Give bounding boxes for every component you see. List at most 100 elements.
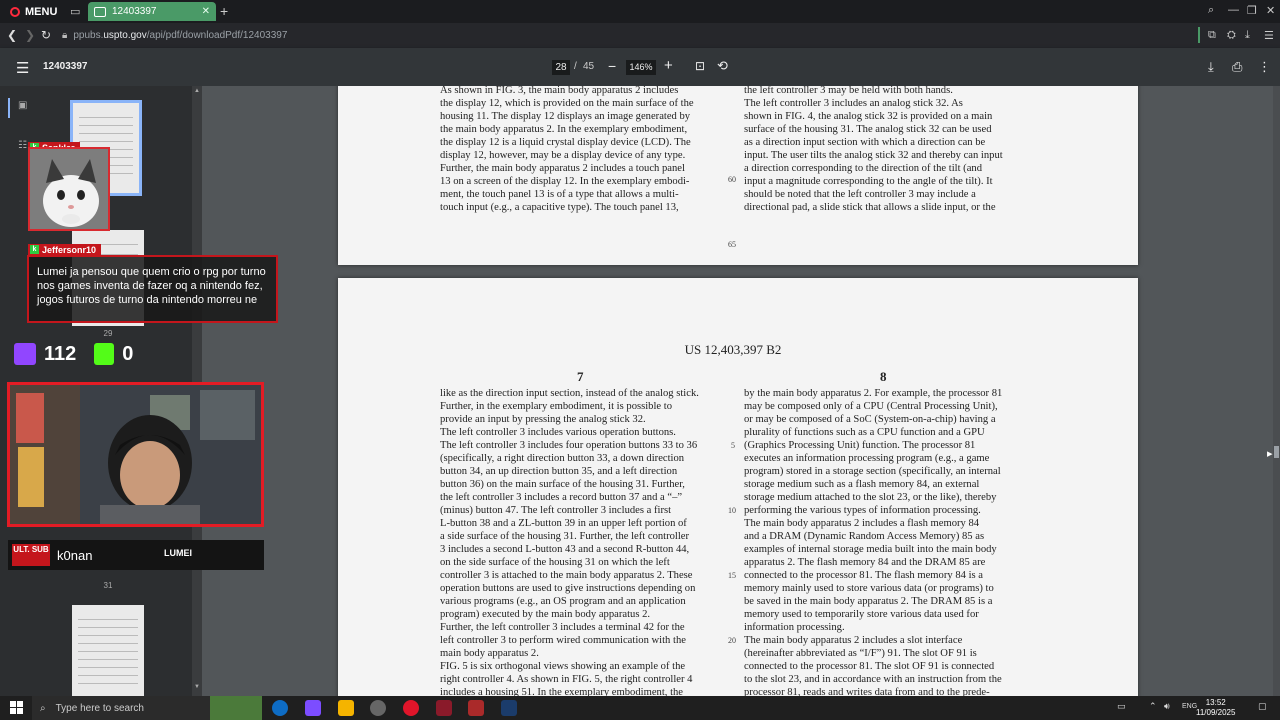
print-icon[interactable]: ⎙ [1232,59,1242,75]
forward-icon[interactable]: ❯ [25,28,35,42]
text-line: The left controller 3 includes four oper… [440,440,698,451]
text-line: and a DRAM (Dynamic Random Access Memory… [744,531,985,542]
text-line: memory used to temporarily store various… [744,609,979,620]
text-line: shown in FIG. 4, the analog stick 32 is … [744,111,993,122]
zoom-in-icon[interactable]: + [664,57,673,74]
fit-to-page-icon[interactable]: ⊡ [695,59,705,73]
easy-setup-icon[interactable]: ☰ [1264,29,1274,42]
sidebar-indicator [1198,27,1200,43]
pdf-toolbar: ☰ 12403397 28 / 45 − 146% + ⊡ ⟲ ⤓ ⎙ ⋮ [0,48,1280,86]
opera-menu-button[interactable]: MENU [4,2,65,21]
line-number: 10 [728,506,736,515]
text-column-right: by the main body apparatus 2. For exampl… [744,387,1002,696]
page-number-input[interactable]: 28 [552,60,570,75]
app-icon[interactable] [436,700,452,716]
volume-icon[interactable]: 🔊︎ [1164,701,1170,712]
streamer-name: k0nan [57,548,93,563]
close-tab-icon[interactable]: ✕ [202,6,210,17]
search-icon: ⌕ [40,702,46,714]
new-tab-button[interactable]: + [220,3,228,19]
download-pdf-icon[interactable]: ⤓ [1208,59,1214,75]
text-line: (hereinafter abbreviated as “I/F”) 91. T… [744,648,977,659]
browser-tab-bar: MENU ▭ 12403397 ✕ + ⌕ — ❐ ✕ [0,0,1280,23]
language-indicator[interactable]: ENG [1182,703,1197,710]
text-line: ment, the touch panel 13 is of a type th… [440,189,679,200]
text-line: L-button 38 and a ZL-button 39 in an upp… [440,518,687,529]
back-icon[interactable]: ❮ [7,28,17,42]
text-line: a direction corresponding to the directi… [744,163,982,174]
download-icon[interactable]: ⤓ [1245,29,1250,42]
search-icon[interactable]: ⌕ [1208,4,1214,17]
selected-view-indicator [8,98,10,118]
text-line: as a direction input section with which … [744,137,986,148]
brand-logo: LUMEI [164,548,192,558]
line-number: 65 [728,240,736,249]
tab-active[interactable]: 12403397 ✕ [88,2,216,21]
document-favicon-icon [94,6,106,17]
text-line: storage medium such as a flash memory 84… [744,479,980,490]
chat-message-box: Lumei ja pensou que quem crio o rpg por … [27,255,278,323]
text-line: or may be composed of a SoC (System-on-a… [744,414,996,425]
text-line: (specifically, a right direction button … [440,453,685,464]
column-number-right: 8 [880,369,887,384]
text-line: includes a housing 51. In the exemplary … [440,687,684,696]
more-options-icon[interactable]: ⋮ [1258,59,1271,75]
opera-icon[interactable] [403,700,419,716]
ult-sub-logo: ULT. SUB [12,544,50,566]
zoom-level-input[interactable]: 146% [626,60,656,75]
start-button[interactable] [10,701,24,715]
scroll-thumb[interactable] [1274,446,1279,458]
zoom-out-icon[interactable]: − [608,58,616,74]
text-line: directional pad, a slide stick that allo… [744,202,996,213]
thumbnails-view-icon[interactable]: ▣ [18,100,27,111]
url-field[interactable]: 🔒︎ ppubs.uspto.gov/api/pdf/downloadPdf/1… [62,28,287,43]
text-line: the display 12, which is provided on the… [440,98,694,109]
steam-icon[interactable] [501,700,517,716]
kick-badge-icon: k [30,245,39,254]
text-line: display 12, however, may be a display de… [440,150,686,161]
text-line: the left controller 3 includes a record … [440,492,683,503]
text-line: input a magnitude corresponding to the a… [744,176,993,187]
tray-app-icon[interactable]: ▭ [1117,701,1126,712]
pdf-viewport[interactable]: As shown in FIG. 3, the main body appara… [202,86,1280,696]
scroll-down-icon[interactable]: ▼ [194,684,200,690]
text-line: like as the direction input section, ins… [440,388,699,399]
taskbar-clock[interactable]: 13:52 11/09/2025 [1196,698,1235,718]
tray-chevron-icon[interactable]: ⌃ [1149,701,1157,712]
text-line: (minus) button 47. The left controller 3… [440,505,672,516]
restore-icon[interactable]: ❐ [1247,4,1257,17]
text-line: main body apparatus 2. [440,648,539,659]
thumbnail-number: 29 [103,329,113,338]
reload-icon[interactable]: ↻ [41,28,51,42]
workspaces-icon[interactable]: ▭ [70,5,82,18]
text-line: connected to the processor 81. The slot … [744,661,995,672]
app-icon[interactable] [468,700,484,716]
text-column-left: As shown in FIG. 3, the main body appara… [440,86,694,214]
line-number: 20 [728,636,736,645]
edge-icon[interactable] [272,700,288,716]
outline-view-icon[interactable]: ☷ [18,140,27,151]
sidebar-menu-icon[interactable]: ☰ [16,59,29,77]
page-thumbnail-32[interactable] [72,605,144,701]
scroll-up-icon[interactable]: ▲ [194,88,200,94]
text-line: housing 11. The display 12 displays an i… [440,111,691,122]
text-line: program) stored in a storage section (sp… [744,466,1001,477]
app-icon[interactable] [370,700,386,716]
address-bar: ❮ ❯ ↻ 🔒︎ ppubs.uspto.gov/api/pdf/downloa… [0,23,1280,48]
extensions-icon[interactable]: ⧉ [1208,29,1216,42]
page-separator: / [574,61,577,72]
profile-icon[interactable]: ⛭ [1227,29,1236,42]
document-scrollbar[interactable] [1273,86,1280,696]
minimize-icon[interactable]: — [1228,4,1239,16]
rotate-icon[interactable]: ⟲ [717,58,728,74]
file-explorer-icon[interactable] [338,700,354,716]
column-number-left: 7 [577,369,584,384]
close-window-icon[interactable]: ✕ [1266,4,1275,17]
line-number: 60 [728,175,736,184]
copilot-icon[interactable] [305,700,321,716]
kick-viewer-count: 0 [122,342,134,365]
text-line: 13 on a screen of the display 12. In the… [440,176,690,187]
document-title: 12403397 [43,61,88,72]
text-line: various programs (e.g., an OS program an… [440,596,686,607]
notifications-icon[interactable]: ▢ [1258,701,1267,712]
